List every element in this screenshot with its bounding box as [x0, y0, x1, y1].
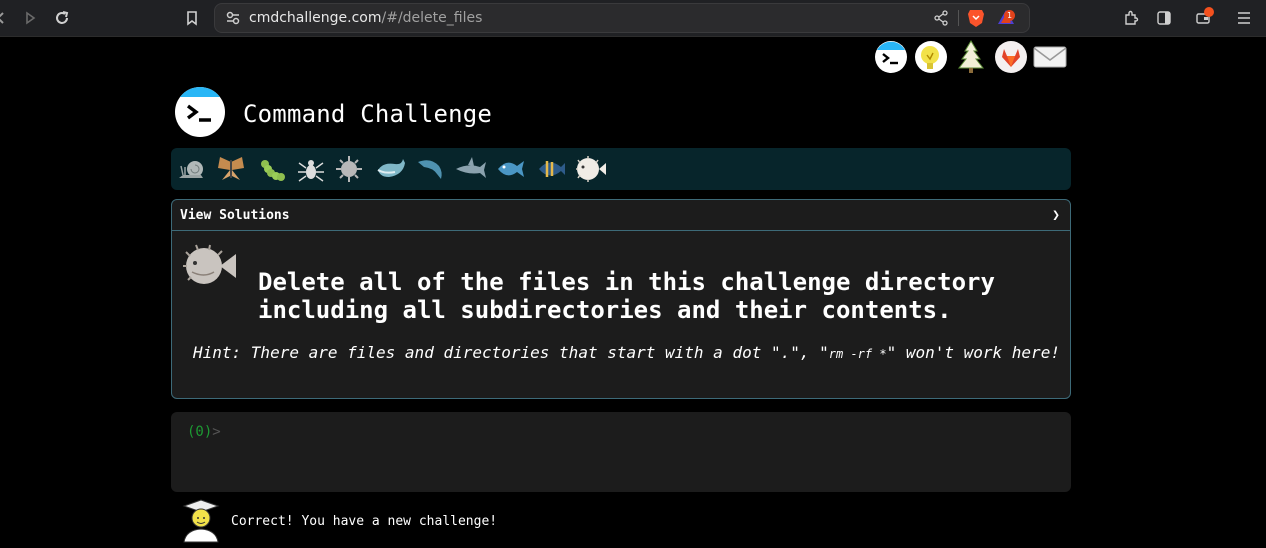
spider-icon[interactable]: [296, 154, 326, 184]
hint-prefix: Hint: There are files and directories th…: [193, 343, 829, 362]
lightbulb-icon[interactable]: [914, 40, 948, 74]
angelfish-icon[interactable]: [535, 154, 565, 184]
back-icon[interactable]: [0, 7, 12, 29]
virus-icon[interactable]: [334, 154, 364, 184]
view-solutions-label[interactable]: View Solutions: [180, 208, 290, 223]
status-message: Correct! You have a new challenge!: [231, 514, 498, 529]
tree-icon[interactable]: [956, 40, 990, 74]
terminal-panel[interactable]: (0)>: [171, 412, 1071, 492]
blowfish-icon[interactable]: [574, 154, 606, 184]
share-icon[interactable]: [933, 10, 949, 26]
prompt-symbol: >: [212, 424, 221, 440]
prompt-count: (0): [187, 424, 213, 440]
page-title[interactable]: Command Challenge: [243, 100, 492, 128]
terminal-input[interactable]: [227, 422, 1051, 444]
graduate-icon: [180, 498, 222, 544]
browser-toolbar: cmdchallenge.com/#/delete_files 1: [0, 0, 1266, 37]
forward-icon[interactable]: [19, 7, 41, 29]
challenge-description: Delete all of the files in this challeng…: [258, 268, 995, 324]
caterpillar-icon[interactable]: [257, 154, 287, 184]
bookmark-icon[interactable]: [181, 7, 203, 29]
brave-rewards-icon[interactable]: 1: [997, 8, 1019, 28]
chevron-right-icon[interactable]: ❯: [1052, 208, 1060, 223]
site-logo[interactable]: [175, 87, 225, 137]
level-progress-bar: [171, 148, 1071, 190]
blowfish-icon: [180, 242, 238, 288]
reload-icon[interactable]: [51, 7, 73, 29]
view-solutions-toggle[interactable]: View Solutions ❯: [172, 200, 1070, 231]
hint-suffix: " won't work here!: [886, 343, 1060, 362]
wallet-icon[interactable]: [1192, 7, 1214, 29]
fish-icon[interactable]: [495, 154, 525, 184]
brave-shields-icon[interactable]: [967, 8, 985, 28]
header-links: [872, 40, 1072, 76]
snail-icon[interactable]: [177, 154, 207, 184]
extensions-icon[interactable]: [1120, 7, 1142, 29]
whale-icon[interactable]: [375, 154, 405, 184]
shark-icon[interactable]: [454, 154, 486, 184]
terminal-icon[interactable]: [874, 40, 908, 74]
url-text: cmdchallenge.com/#/delete_files: [249, 10, 482, 26]
terminal-icon: [186, 104, 211, 122]
mail-icon[interactable]: [1032, 40, 1067, 74]
address-bar[interactable]: cmdchallenge.com/#/delete_files 1: [214, 3, 1030, 33]
sidebar-toggle-icon[interactable]: [1153, 7, 1175, 29]
terminal-prompt: (0)>: [187, 424, 221, 440]
url-path: /#/delete_files: [381, 10, 483, 26]
url-host: cmdchallenge.com: [249, 10, 382, 26]
hint-code: rm -rf *: [828, 347, 887, 361]
challenge-hint: Hint: There are files and directories th…: [193, 343, 1063, 362]
site-settings-icon[interactable]: [225, 10, 241, 26]
challenge-panel: View Solutions ❯ Delete all of the files…: [171, 199, 1071, 399]
gitlab-icon[interactable]: [994, 40, 1028, 74]
menu-icon[interactable]: [1233, 7, 1255, 29]
butterfly-icon[interactable]: [216, 154, 246, 184]
dolphin-icon[interactable]: [415, 154, 445, 184]
notification-dot: [1204, 7, 1214, 17]
divider: [958, 10, 959, 26]
rewards-badge: 1: [1004, 10, 1015, 21]
